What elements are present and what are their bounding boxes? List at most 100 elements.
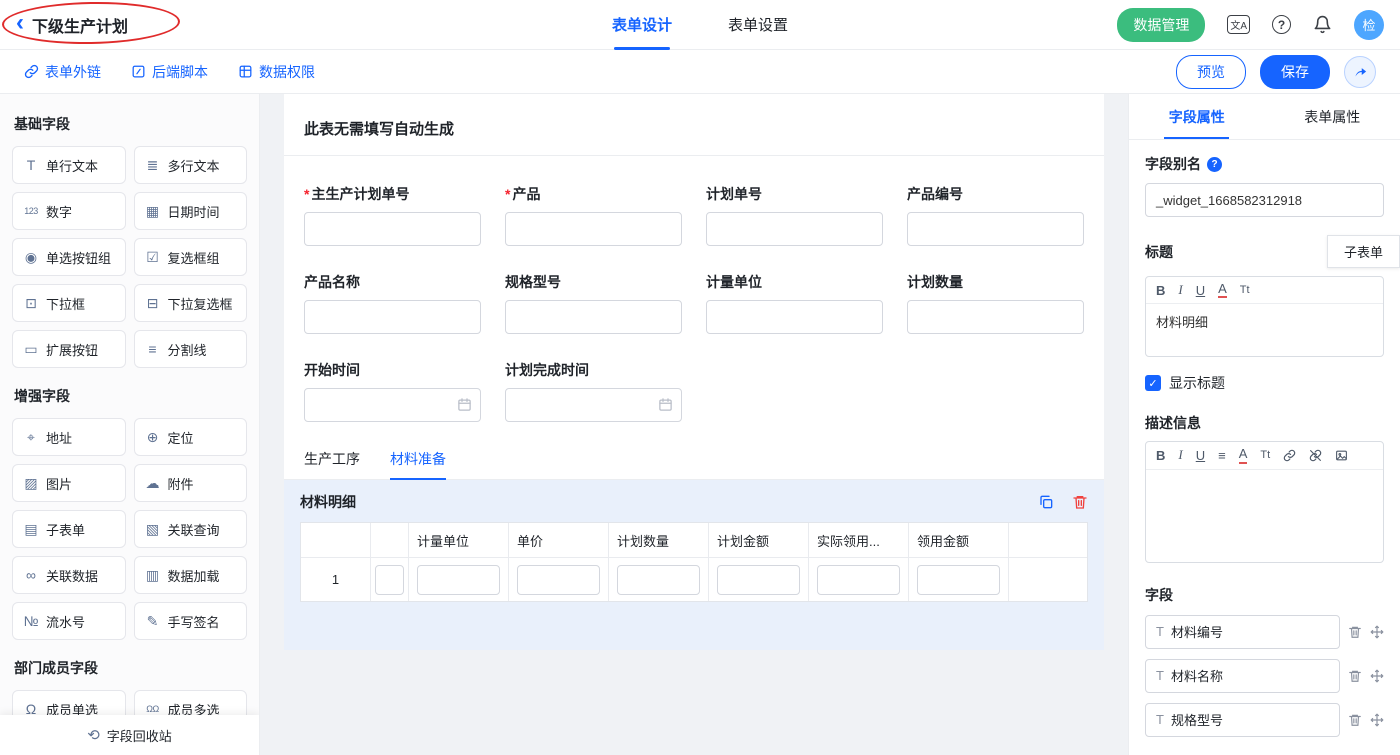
date-input[interactable] [304, 388, 481, 422]
sidebar-item-dropdown-multi[interactable]: ⊟ 下拉复选框 [134, 284, 248, 322]
cell-input-unit[interactable] [417, 565, 500, 595]
data-permission-link[interactable]: 数据权限 [238, 62, 315, 82]
form-external-link[interactable]: 表单外链 [24, 62, 101, 82]
field-product-code[interactable]: 产品编号 [907, 184, 1084, 246]
text-input[interactable] [907, 300, 1084, 334]
sidebar-item-address[interactable]: ⌖ 地址 [12, 418, 126, 456]
field-product-name[interactable]: 产品名称 [304, 272, 481, 334]
remove-link-icon[interactable] [1309, 449, 1322, 462]
notification-button[interactable] [1313, 15, 1332, 34]
sidebar-item-lookup-query[interactable]: ▧ 关联查询 [134, 510, 248, 548]
italic-icon[interactable]: I [1178, 447, 1182, 463]
font-color-icon[interactable]: A [1218, 282, 1227, 298]
text-input[interactable] [304, 300, 481, 334]
field-plan-no[interactable]: 计划单号 [706, 184, 883, 246]
trash-icon[interactable] [1072, 494, 1088, 510]
italic-icon[interactable]: I [1178, 282, 1182, 298]
sidebar-item-number[interactable]: 123 数字 [12, 192, 126, 230]
font-color-icon[interactable]: A [1239, 447, 1248, 463]
back-icon[interactable]: ‹ [16, 11, 24, 35]
field-move-icon[interactable] [1370, 625, 1384, 639]
sidebar-item-dropdown[interactable]: ⊡ 下拉框 [12, 284, 126, 322]
show-title-row[interactable]: ✓ 显示标题 [1145, 373, 1384, 393]
tab-field-properties[interactable]: 字段属性 [1129, 94, 1265, 139]
panel-field-material-name[interactable]: T 材料名称 [1145, 659, 1340, 693]
help-button[interactable]: ? [1272, 15, 1291, 34]
tab-form-properties[interactable]: 表单属性 [1265, 94, 1400, 139]
underline-icon[interactable]: U [1196, 448, 1205, 463]
datetime-icon: ▦ [145, 203, 161, 220]
widget-type-chip[interactable]: 子表单 [1327, 235, 1400, 268]
sidebar-item-linked-data[interactable]: ∞ 关联数据 [12, 556, 126, 594]
text-input[interactable] [304, 212, 481, 246]
text-input[interactable] [505, 300, 682, 334]
tab-material-preparation[interactable]: 材料准备 [390, 440, 446, 479]
sidebar-item-datetime[interactable]: ▦ 日期时间 [134, 192, 248, 230]
sidebar-item-subform[interactable]: ▤ 子表单 [12, 510, 126, 548]
cell-input-used-amount[interactable] [917, 565, 1000, 595]
tab-form-design[interactable]: 表单设计 [612, 0, 672, 50]
text-input[interactable] [907, 212, 1084, 246]
sidebar-item-divider[interactable]: ≡ 分割线 [134, 330, 248, 368]
insert-image-icon[interactable] [1335, 449, 1348, 462]
title-editor-content[interactable]: 材料明细 [1146, 304, 1383, 356]
cell-input-actual-used[interactable] [817, 565, 900, 595]
sidebar-item-radio-group[interactable]: ◉ 单选按钮组 [12, 238, 126, 276]
tab-form-settings[interactable]: 表单设置 [728, 0, 788, 50]
text-input[interactable] [505, 212, 682, 246]
field-alias-input[interactable]: _widget_1668582312918 [1145, 183, 1384, 217]
subform-material-detail[interactable]: 材料明细 [284, 480, 1104, 650]
data-manage-button[interactable]: 数据管理 [1117, 8, 1205, 42]
sidebar-item-data-load[interactable]: ▥ 数据加载 [134, 556, 248, 594]
field-unit[interactable]: 计量单位 [706, 272, 883, 334]
sidebar-item-handwritten-signature[interactable]: ✎ 手写签名 [134, 602, 248, 640]
field-delete-icon[interactable] [1348, 625, 1362, 639]
sidebar-item-location[interactable]: ⊕ 定位 [134, 418, 248, 456]
align-icon[interactable]: ≡ [1218, 448, 1226, 463]
bold-icon[interactable]: B [1156, 448, 1165, 463]
show-title-checkbox[interactable]: ✓ [1145, 375, 1161, 391]
field-move-icon[interactable] [1370, 669, 1384, 683]
insert-link-icon[interactable] [1283, 449, 1296, 462]
cell-input-plan-amount[interactable] [717, 565, 800, 595]
sidebar-item-single-line-text[interactable]: T 单行文本 [12, 146, 126, 184]
sidebar-item-attachment[interactable]: ☁ 附件 [134, 464, 248, 502]
field-delete-icon[interactable] [1348, 713, 1362, 727]
tab-production-process[interactable]: 生产工序 [304, 440, 360, 479]
panel-field-spec-model[interactable]: T 规格型号 [1145, 703, 1340, 737]
save-button[interactable]: 保存 [1260, 55, 1330, 89]
sidebar-item-multi-line-text[interactable]: ≣ 多行文本 [134, 146, 248, 184]
sidebar-item-checkbox-group[interactable]: ☑ 复选框组 [134, 238, 248, 276]
cell-input-clipped[interactable] [375, 565, 404, 595]
cell-input-unit-price[interactable] [517, 565, 600, 595]
sidebar-item-serial-number[interactable]: № 流水号 [12, 602, 126, 640]
underline-icon[interactable]: U [1196, 283, 1205, 298]
field-plan-finish-time[interactable]: 计划完成时间 [505, 360, 682, 422]
bold-icon[interactable]: B [1156, 283, 1165, 298]
translate-button[interactable]: 文A [1227, 15, 1250, 34]
field-recycle-bin[interactable]: ⟲ 字段回收站 [0, 715, 259, 755]
backend-script-link[interactable]: 后端脚本 [131, 62, 208, 82]
panel-field-material-code[interactable]: T 材料编号 [1145, 615, 1340, 649]
field-start-time[interactable]: 开始时间 [304, 360, 481, 422]
text-input[interactable] [706, 300, 883, 334]
sidebar-item-extend-button[interactable]: ▭ 扩展按钮 [12, 330, 126, 368]
preview-button[interactable]: 预览 [1176, 55, 1246, 89]
share-button[interactable] [1344, 56, 1376, 88]
font-size-icon[interactable]: Tt [1260, 449, 1270, 461]
avatar[interactable]: 检 [1354, 10, 1384, 40]
field-plan-qty[interactable]: 计划数量 [907, 272, 1084, 334]
sidebar-item-image[interactable]: ▨ 图片 [12, 464, 126, 502]
copy-icon[interactable] [1038, 494, 1054, 510]
field-move-icon[interactable] [1370, 713, 1384, 727]
text-input[interactable] [706, 212, 883, 246]
field-product[interactable]: *产品 [505, 184, 682, 246]
font-size-icon[interactable]: Tt [1240, 284, 1250, 296]
field-spec-model[interactable]: 规格型号 [505, 272, 682, 334]
alias-help-icon[interactable]: ? [1207, 157, 1222, 172]
cell-input-plan-qty[interactable] [617, 565, 700, 595]
date-input[interactable] [505, 388, 682, 422]
field-delete-icon[interactable] [1348, 669, 1362, 683]
description-editor-content[interactable] [1146, 470, 1383, 562]
field-main-production-plan-no[interactable]: *主生产计划单号 [304, 184, 481, 246]
